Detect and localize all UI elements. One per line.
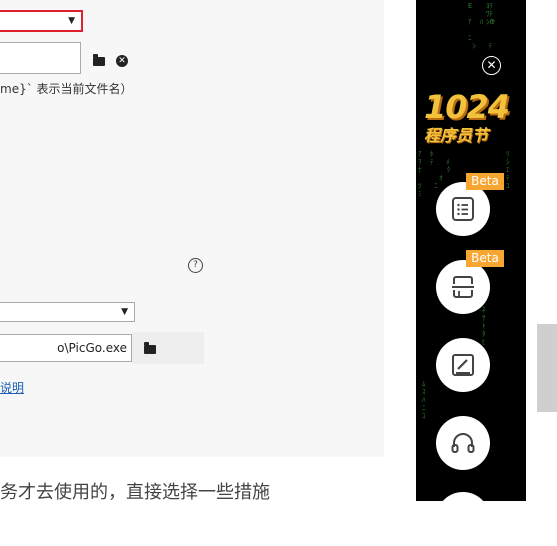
beta-badge: Beta [466, 250, 504, 267]
matrix-rain: ﾘ ｼ ｴ ﾃ ﾕ [506, 150, 510, 190]
dropdown-arrow-icon: ▼ [121, 307, 128, 317]
folder-icon[interactable] [144, 342, 156, 354]
beta-badge: Beta [466, 173, 504, 190]
close-icon[interactable]: ✕ [482, 56, 501, 75]
support-button[interactable] [436, 416, 490, 470]
matrix-rain: ﾑ ｽ ﾊ ﾆ ｺ [422, 380, 426, 420]
scan-button[interactable] [436, 260, 490, 314]
logo-text: 程序员节 [424, 126, 489, 145]
picgo-path-button-area [132, 332, 204, 364]
logo-1024[interactable]: 1024 程序员节 [420, 88, 512, 150]
edit-button[interactable] [436, 338, 490, 392]
dropdown-arrow-icon: ▼ [68, 16, 75, 26]
headset-icon [451, 433, 475, 453]
edit-icon [452, 354, 474, 376]
picgo-path-value: o\PicGo.exe [57, 341, 127, 355]
scan-icon [452, 276, 474, 298]
list-button[interactable] [436, 182, 490, 236]
doc-link[interactable]: 说明 [0, 379, 24, 396]
upload-mode-select[interactable]: ▼ [0, 10, 83, 32]
image-path-input[interactable] [0, 42, 81, 74]
folder-icon[interactable] [93, 54, 105, 66]
more-button[interactable] [436, 492, 490, 546]
help-icon[interactable]: ? [188, 258, 203, 273]
uploader-select[interactable]: ▼ [0, 302, 135, 322]
list-icon [452, 197, 474, 221]
matrix-rain: ﾖ ﾜ ｼ6 [486, 2, 494, 26]
clear-icon[interactable]: ✕ [116, 55, 128, 67]
logo-number: 1024 [424, 88, 510, 126]
picgo-path-input[interactable]: o\PicGo.exe [0, 334, 132, 362]
scrollbar-thumb[interactable] [537, 324, 557, 412]
filename-hint: me}` 表示当前文件名） [0, 82, 133, 96]
article-text: 务才去使用的，直接选择一些措施 [0, 482, 270, 503]
